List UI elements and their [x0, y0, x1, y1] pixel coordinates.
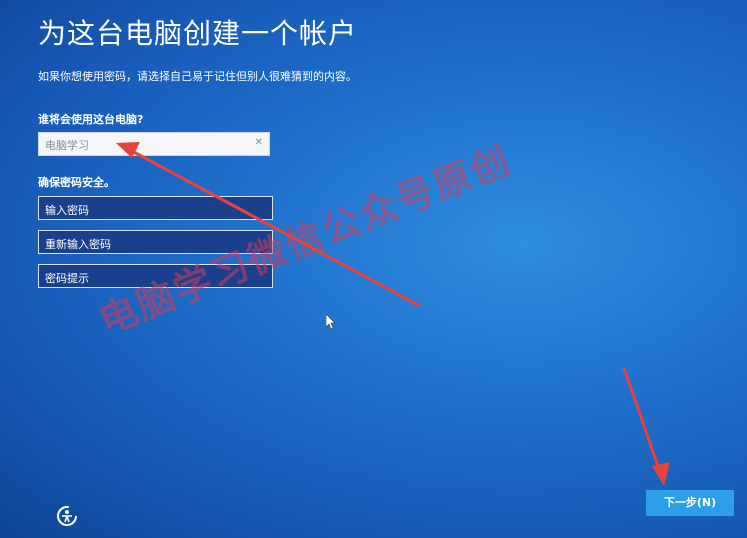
page-title: 为这台电脑创建一个帐户: [38, 17, 358, 50]
ease-of-access-icon[interactable]: [54, 503, 80, 529]
password-input[interactable]: 输入密码: [38, 196, 273, 220]
username-input[interactable]: 电脑学习 ✕: [38, 132, 270, 156]
secure-label: 确保密码安全。: [38, 176, 115, 189]
next-button[interactable]: 下一步(N): [646, 490, 734, 516]
username-value: 电脑学习: [45, 139, 89, 152]
clear-icon[interactable]: ✕: [255, 137, 263, 148]
who-label: 谁将会使用这台电脑?: [38, 113, 144, 126]
page-subtitle: 如果你想使用密码，请选择自己易于记住但别人很难猜到的内容。: [38, 70, 357, 83]
arrow-to-next: [622, 367, 670, 486]
mouse-cursor-icon: [326, 314, 336, 330]
